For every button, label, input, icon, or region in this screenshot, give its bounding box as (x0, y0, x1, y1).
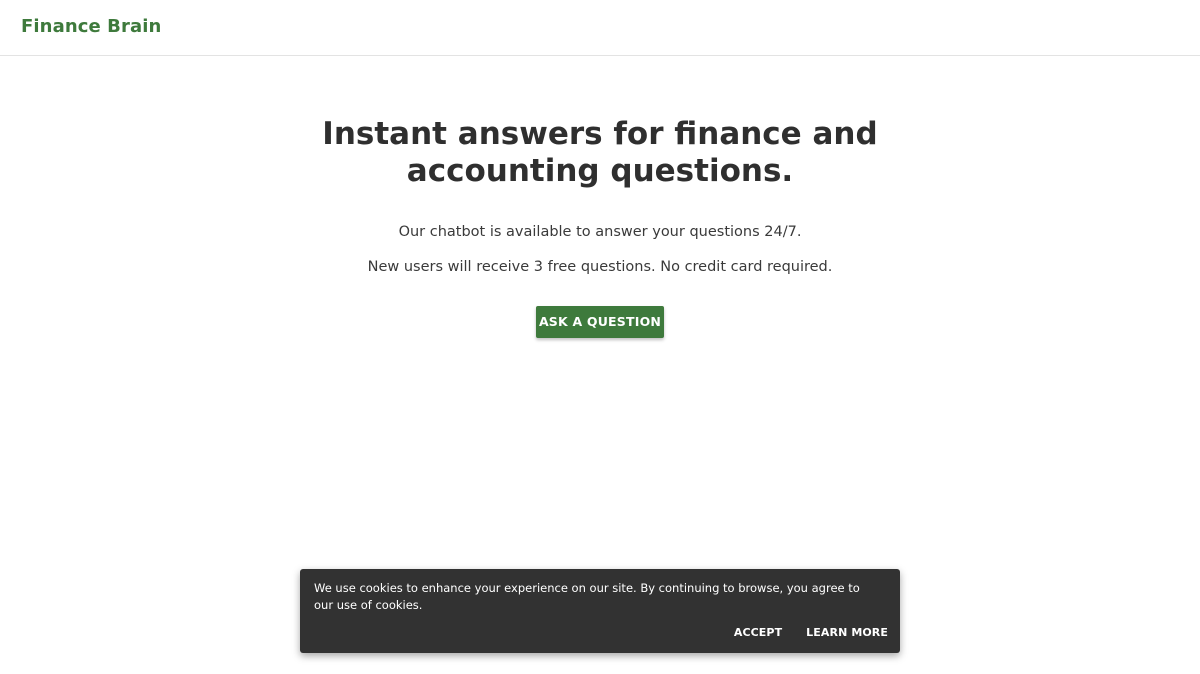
site-header: Finance Brain (0, 0, 1200, 56)
cookie-actions: ACCEPT LEARN MORE (734, 626, 888, 639)
cookie-accept-button[interactable]: ACCEPT (734, 626, 782, 639)
hero-title: Instant answers for finance and accounti… (322, 116, 878, 189)
cookie-message: We use cookies to enhance your experienc… (314, 581, 860, 612)
hero-section: Instant answers for finance and accounti… (0, 116, 1200, 338)
cookie-learn-more-link[interactable]: LEARN MORE (806, 626, 888, 639)
cookie-banner: We use cookies to enhance your experienc… (300, 569, 900, 653)
hero-free-questions-text: New users will receive 3 free questions.… (367, 259, 833, 275)
brand-logo-link[interactable]: Finance Brain (21, 16, 161, 37)
hero-availability-text: Our chatbot is available to answer your … (398, 224, 802, 240)
ask-question-button[interactable]: ASK A QUESTION (536, 306, 664, 338)
